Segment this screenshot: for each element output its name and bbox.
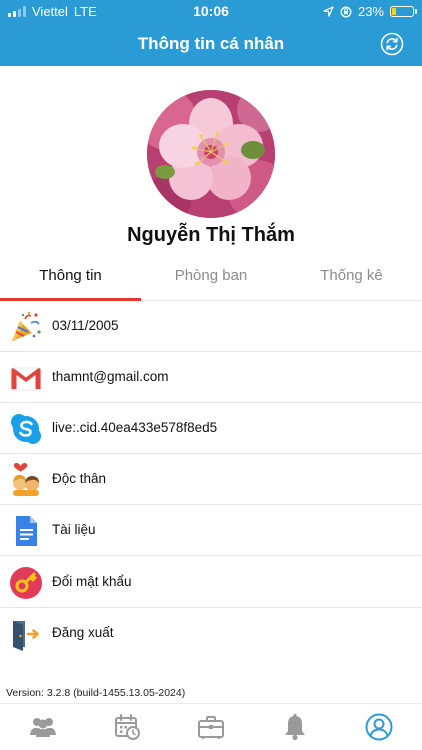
couple-icon [13,463,39,496]
profile-icon[interactable] [364,712,394,742]
bottom-navigation [0,703,422,750]
birthday-text: 03/11/2005 [52,318,119,333]
tab-thong-ke[interactable]: Thống kê [281,256,422,301]
profile-name: Nguyễn Thị Thắm [127,224,295,246]
logout-label: Đăng xuất [52,625,114,640]
app-version: Version: 3.2.8 (build-1455.13.05-2024) [6,687,186,699]
gmail-icon [10,367,42,391]
tab-thong-tin[interactable]: Thông tin [0,256,141,301]
skype-text: live:.cid.40ea433e578f8ed5 [52,420,218,435]
battery-icon [390,6,417,17]
marital-status-row: Độc thân [0,454,422,505]
documents-label: Tài liệu [52,522,96,537]
birthday-row: 03/11/2005 [0,301,422,352]
people-icon[interactable] [28,712,58,742]
calendar-clock-icon[interactable] [112,712,142,742]
change-password-row[interactable]: Đổi mật khẩu [0,557,422,608]
tab-phong-ban[interactable]: Phòng ban [141,256,281,301]
flower-avatar-image [147,90,275,218]
briefcase-icon[interactable] [196,712,226,742]
page-title: Thông tin cá nhân [137,34,285,53]
document-icon [16,516,37,546]
battery-percent: 23% [357,4,384,19]
email-text: thamnt@gmail.com [52,369,169,384]
navigation-bar: Thông tin cá nhân [0,22,422,66]
email-row: thamnt@gmail.com [0,352,422,403]
documents-row[interactable]: Tài liệu [0,505,422,556]
refresh-icon[interactable] [380,32,404,56]
status-bar: Viettel LTE 10:06 23% [0,0,422,22]
marital-status-text: Độc thân [52,471,107,486]
change-password-label: Đổi mật khẩu [52,574,132,589]
rotation-lock-icon [340,6,352,17]
skype-icon [11,414,41,444]
party-popper-icon [12,311,41,341]
location-arrow-icon [323,6,334,17]
avatar[interactable] [147,90,275,218]
bell-icon[interactable] [280,712,310,742]
key-icon [10,567,42,599]
logout-row[interactable]: Đăng xuất [0,608,422,659]
tab-bar: Thông tin Phòng ban Thống kê [0,256,422,301]
logout-icon [13,621,39,651]
skype-row: live:.cid.40ea433e578f8ed5 [0,403,422,454]
